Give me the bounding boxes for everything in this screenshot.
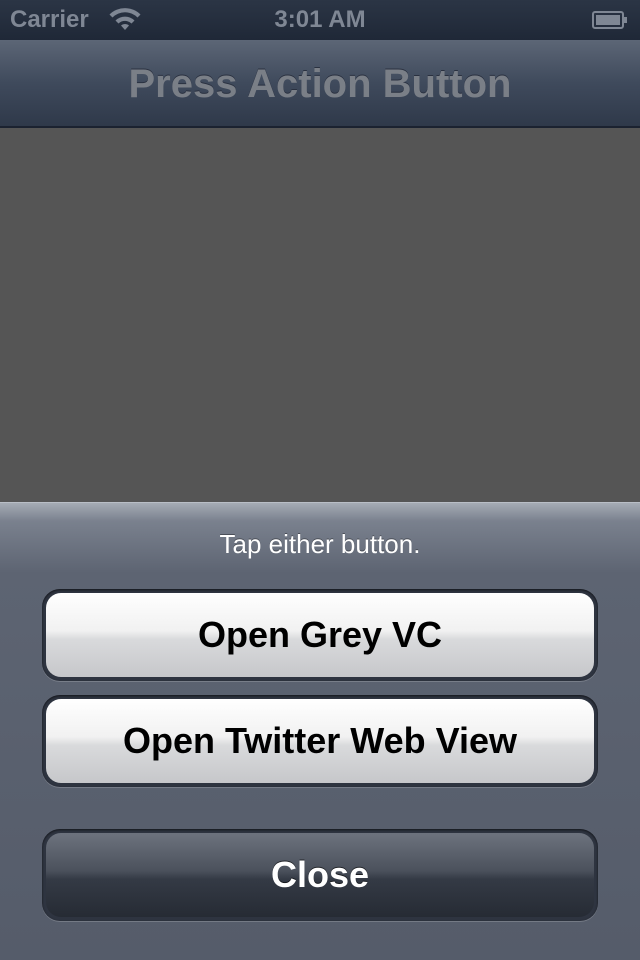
- open-grey-vc-button[interactable]: Open Grey VC: [46, 593, 594, 677]
- status-bar: Carrier 3:01 AM: [0, 0, 640, 40]
- action-sheet: Tap either button. Open Grey VC Open Twi…: [0, 502, 640, 960]
- dimmed-content-area: [0, 128, 640, 502]
- close-button-frame: Close: [42, 829, 598, 921]
- status-time: 3:01 AM: [274, 6, 366, 33]
- navigation-bar: Press Action Button: [0, 40, 640, 128]
- page-title: Press Action Button: [128, 62, 512, 106]
- app-screen: Carrier 3:01 AM Press Action Button Tap …: [0, 0, 640, 960]
- close-button[interactable]: Close: [46, 833, 594, 917]
- open-twitter-web-view-button[interactable]: Open Twitter Web View: [46, 699, 594, 783]
- action-sheet-message: Tap either button.: [219, 529, 421, 559]
- open-twitter-web-view-button-frame: Open Twitter Web View: [42, 695, 598, 787]
- open-grey-vc-button-frame: Open Grey VC: [42, 589, 598, 681]
- battery-icon: [592, 11, 627, 29]
